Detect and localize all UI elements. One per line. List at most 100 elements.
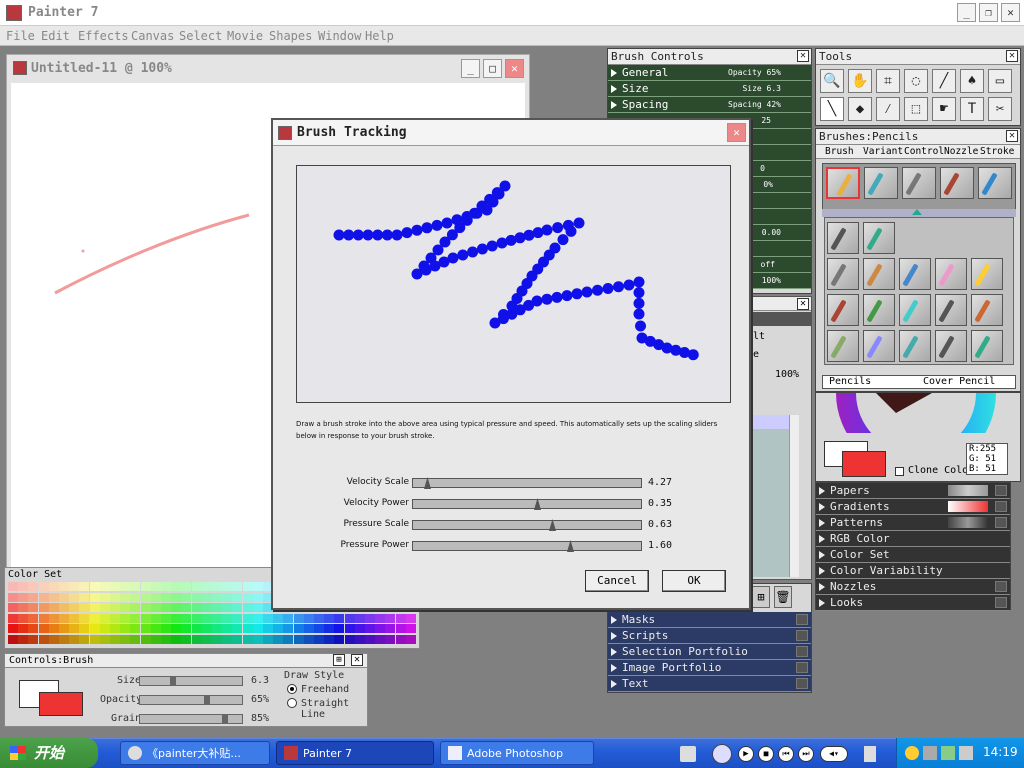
previous-icon[interactable]: ⏮: [778, 746, 794, 762]
color-swatch[interactable]: [242, 613, 253, 623]
color-swatch[interactable]: [263, 624, 273, 633]
color-swatch[interactable]: [201, 592, 212, 602]
color-swatch[interactable]: [150, 603, 161, 612]
color-swatch[interactable]: [303, 613, 314, 623]
brush-controls-row-general[interactable]: General Opacity 65%: [608, 65, 811, 81]
color-swatch[interactable]: [89, 582, 100, 591]
color-swatch[interactable]: [395, 624, 406, 633]
brush-icon[interactable]: ╲: [820, 97, 844, 121]
menu-edit[interactable]: Edit: [41, 29, 70, 43]
color-swatch[interactable]: [140, 603, 151, 612]
pressure-power-slider[interactable]: [412, 540, 642, 552]
grain-slider[interactable]: [139, 714, 243, 724]
color-swatch[interactable]: [150, 613, 161, 623]
media-options-icon[interactable]: [864, 746, 876, 762]
rect-select-icon[interactable]: ⬚: [904, 97, 928, 121]
color-swatch[interactable]: [314, 613, 324, 623]
color-swatch[interactable]: [242, 603, 253, 612]
color-swatch[interactable]: [130, 603, 141, 612]
panel-looks[interactable]: Looks: [816, 595, 1010, 611]
panel-close-button[interactable]: ✕: [351, 654, 363, 666]
color-swatch[interactable]: [69, 624, 80, 633]
panel-selection-portfolio[interactable]: Selection Portfolio: [608, 644, 811, 660]
color-swatch[interactable]: [191, 592, 202, 602]
camera-icon[interactable]: [935, 330, 967, 362]
color-swatch[interactable]: [283, 634, 294, 644]
color-swatch[interactable]: [252, 592, 263, 602]
brush-controls-close-button[interactable]: ✕: [797, 50, 809, 62]
text-icon[interactable]: T: [960, 97, 984, 121]
primary-color-swatch[interactable]: [842, 451, 886, 477]
color-swatch[interactable]: [69, 634, 80, 644]
crayon-icon[interactable]: [899, 258, 931, 290]
color-swatch[interactable]: [110, 613, 120, 623]
oil-icon[interactable]: [863, 294, 895, 326]
color-swatch[interactable]: [242, 624, 253, 633]
color-swatch[interactable]: [120, 634, 131, 644]
pencils-category-icon[interactable]: [826, 167, 860, 199]
qq-icon[interactable]: [905, 746, 919, 760]
color-swatch[interactable]: [89, 634, 100, 644]
color-swatch[interactable]: [314, 624, 324, 633]
brush-controls-row-spacing[interactable]: Spacing Spacing 42%: [608, 97, 811, 113]
color-swatch[interactable]: [59, 592, 69, 602]
color-swatch[interactable]: [293, 613, 304, 623]
brush-variant-name[interactable]: Cover Pencil: [923, 376, 995, 387]
trash-icon[interactable]: 🗑: [774, 586, 792, 608]
color-swatch[interactable]: [120, 603, 131, 612]
color-swatch[interactable]: [89, 592, 100, 602]
size-slider[interactable]: [139, 676, 243, 686]
airbrush-category-icon[interactable]: [864, 167, 898, 199]
panel-scripts[interactable]: Scripts: [608, 628, 811, 644]
color-swatch[interactable]: [222, 582, 233, 591]
color-swatch[interactable]: [181, 634, 192, 644]
color-swatch[interactable]: [324, 634, 335, 644]
color-swatch[interactable]: [405, 634, 416, 644]
tray-app-icon[interactable]: [941, 746, 955, 760]
color-swatch[interactable]: [171, 592, 182, 602]
color-swatch[interactable]: [232, 624, 243, 633]
color-swatch[interactable]: [161, 582, 171, 591]
network-icon[interactable]: [923, 746, 937, 760]
panel-image-portfolio[interactable]: Image Portfolio: [608, 660, 811, 676]
new-item-icon[interactable]: ⊞: [752, 586, 770, 608]
velocity-scale-slider[interactable]: [412, 477, 642, 489]
color-swatch[interactable]: [28, 603, 39, 612]
color-swatch[interactable]: [48, 603, 59, 612]
pen-icon[interactable]: [935, 258, 967, 290]
color-swatch[interactable]: [405, 624, 416, 633]
dialog-close-button[interactable]: ✕: [727, 123, 746, 142]
task-painter[interactable]: Painter 7: [276, 741, 434, 765]
ok-button[interactable]: OK: [662, 570, 726, 592]
pen-icon[interactable]: ╱: [932, 69, 956, 93]
tab-variant[interactable]: Variant: [863, 146, 903, 157]
color-swatch[interactable]: [171, 582, 182, 591]
color-swatch[interactable]: [212, 613, 222, 623]
color-swatch[interactable]: [161, 603, 171, 612]
color-swatch[interactable]: [8, 613, 18, 623]
color-swatch[interactable]: [212, 592, 222, 602]
color-swatch[interactable]: [385, 634, 396, 644]
color-swatch[interactable]: [89, 624, 100, 633]
color-swatch[interactable]: [324, 613, 335, 623]
color-swatch[interactable]: [263, 634, 273, 644]
color-swatch[interactable]: [18, 624, 29, 633]
tab-brush[interactable]: Brush: [825, 146, 854, 157]
color-swatch[interactable]: [232, 592, 243, 602]
color-swatch[interactable]: [222, 634, 233, 644]
color-swatch[interactable]: [28, 634, 39, 644]
color-swatch[interactable]: [99, 603, 110, 612]
color-swatch[interactable]: [110, 592, 120, 602]
color-swatch[interactable]: [110, 634, 120, 644]
color-swatch[interactable]: [222, 624, 233, 633]
color-swatch[interactable]: [38, 603, 49, 612]
felt-pen-icon[interactable]: [827, 294, 859, 326]
color-swatch[interactable]: [48, 592, 59, 602]
grabber-hand-icon[interactable]: ✋: [848, 69, 872, 93]
chalk-category-icon[interactable]: [902, 167, 936, 199]
doc-restore-button[interactable]: □: [483, 59, 502, 78]
color-swatch[interactable]: [405, 613, 416, 623]
menu-file[interactable]: File: [6, 29, 35, 43]
secondary-panel-close-button[interactable]: ✕: [797, 298, 809, 310]
brushes-close-button[interactable]: ✕: [1006, 130, 1018, 142]
